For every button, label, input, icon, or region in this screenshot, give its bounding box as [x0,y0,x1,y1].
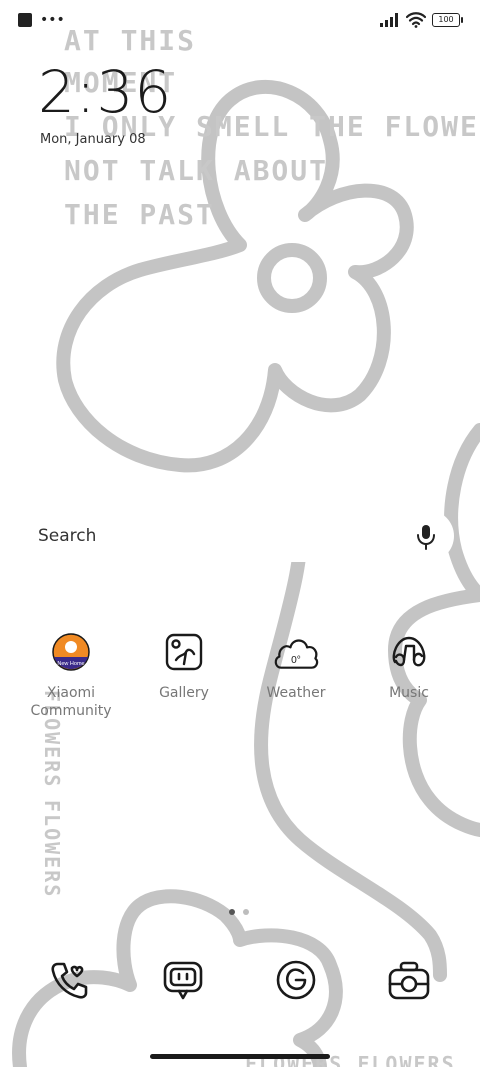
clock-time[interactable]: 2:36 [38,58,172,126]
more-notifications-icon: ••• [40,12,65,28]
app-music[interactable]: Music [357,628,461,702]
weather-temperature: 0° [291,655,301,666]
xiaomi-community-icon: New Home [47,628,95,676]
home-indicator[interactable] [150,1054,330,1059]
music-icon [385,628,433,676]
weather-icon: 0° [272,628,320,676]
status-bar: ••• 100 [0,0,480,40]
wallpaper-side-word-2: FLOWERS [40,800,64,899]
dock-browser[interactable] [274,958,318,1006]
camera-icon [388,961,430,1000]
app-xiaomi-community[interactable]: New Home Xiaomi Community [19,628,123,720]
signal-icon [380,13,398,27]
dock-camera[interactable] [386,958,432,1008]
search-bar[interactable]: Search [26,510,454,562]
phone-icon [51,962,88,999]
app-gallery[interactable]: Gallery [132,628,236,702]
status-left: ••• [18,13,65,27]
home-screen: AT THIS MOMENT I ONLY SMELL THE FLOWERS … [0,0,480,1067]
app-label: Xiaomi Community [30,685,112,719]
gallery-icon [160,628,208,676]
clock-date[interactable]: Mon, January 08 [40,132,146,147]
page-dot-1[interactable] [229,909,235,915]
dock-messages[interactable] [161,958,205,1006]
page-indicator [229,909,249,915]
notification-square-icon [18,13,32,27]
xiaomi-community-badge: New Home [57,661,84,667]
search-label: Search [38,526,97,546]
app-label: Gallery [159,685,209,701]
page-dot-2[interactable] [243,909,249,915]
wallpaper-quote-line-4: NOT TALK ABOUT [64,154,329,187]
browser-icon [276,960,316,1000]
wallpaper-quote-line-5: THE PAST [64,198,215,231]
dock-phone[interactable] [48,958,92,1006]
app-label: Music [389,685,429,701]
app-label: Weather [266,685,326,701]
app-weather[interactable]: 0° Weather [244,628,348,702]
battery-icon: 100 [432,13,463,27]
status-right: 100 [380,12,463,28]
messages-icon [163,961,203,1000]
wifi-icon [406,12,426,28]
microphone-icon[interactable] [416,524,436,550]
